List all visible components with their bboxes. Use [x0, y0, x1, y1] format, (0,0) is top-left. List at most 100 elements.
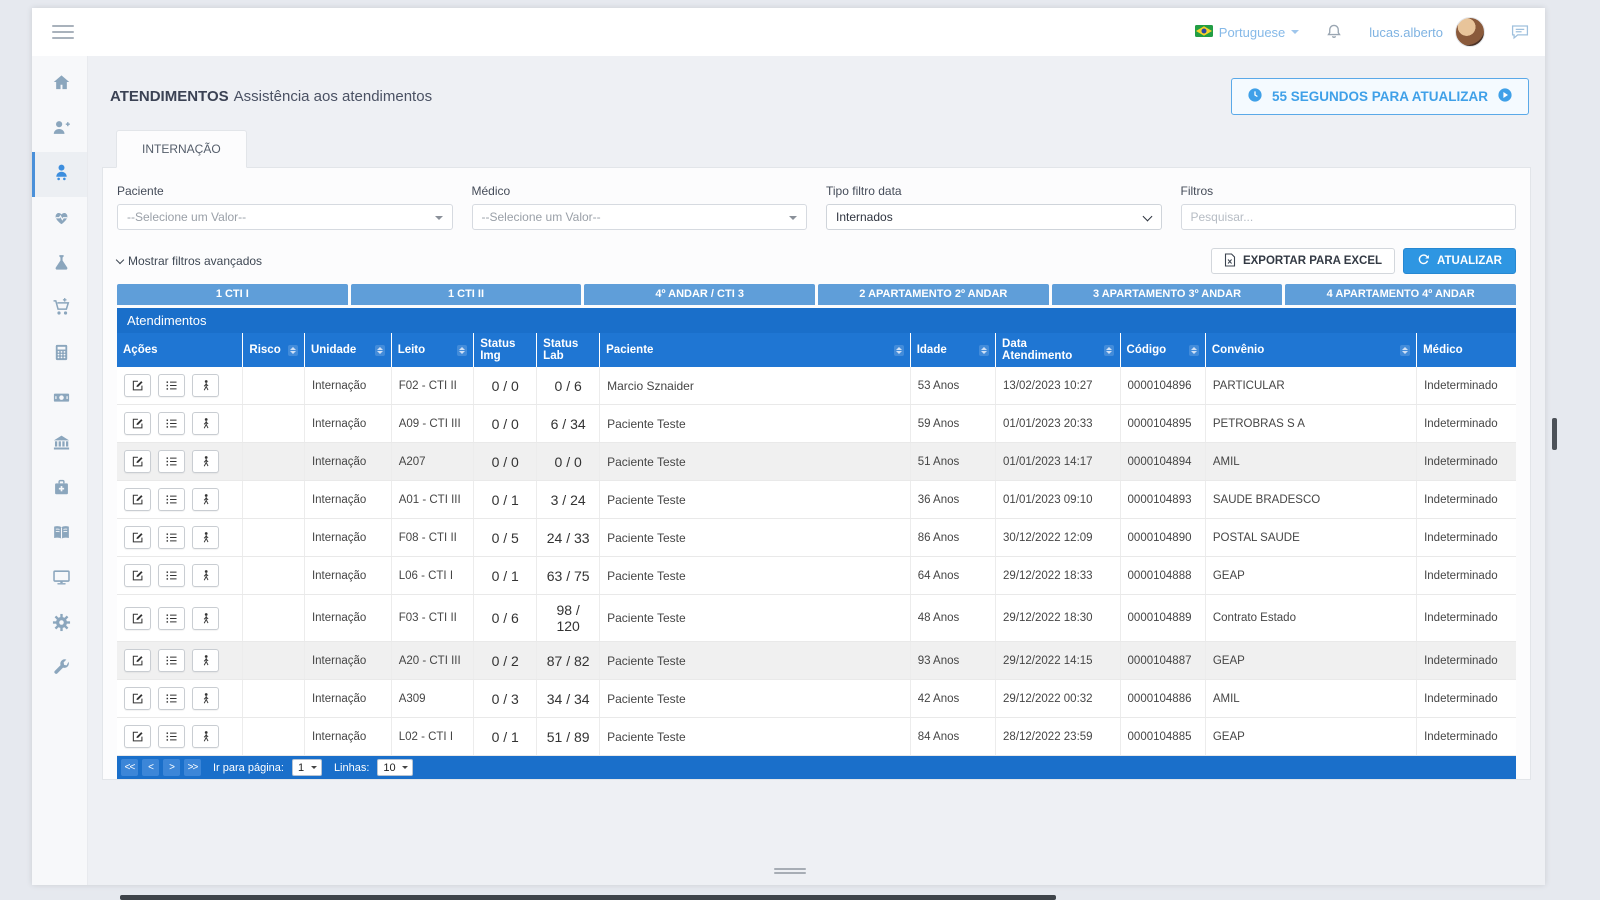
edit-button[interactable]	[124, 564, 151, 587]
search-input[interactable]	[1180, 204, 1516, 230]
vertical-scrollbar[interactable]	[1552, 418, 1557, 450]
sidebar-item-home[interactable]	[32, 62, 87, 107]
patient-person-button[interactable]	[192, 606, 220, 630]
sort-arrows-icon[interactable]	[1400, 344, 1411, 356]
page-select[interactable]: 1	[291, 759, 322, 776]
table-row: Internação L06 - CTI I 0 / 1 63 / 75 Pac…	[117, 556, 1516, 595]
sort-arrows-icon[interactable]	[374, 344, 385, 356]
details-list-button[interactable]	[158, 606, 186, 630]
paciente-select[interactable]: --Selecione um Valor--	[117, 204, 453, 230]
patient-person-button[interactable]	[192, 687, 220, 710]
column-header[interactable]: Idade	[909, 333, 996, 367]
edit-button[interactable]	[124, 649, 151, 672]
tab-internacao[interactable]: INTERNAÇÃO	[116, 130, 247, 168]
prev-page-button[interactable]: <	[142, 759, 159, 776]
details-list-button[interactable]	[158, 687, 186, 710]
column-header[interactable]: Ações	[117, 333, 243, 367]
sidebar-item-hospital[interactable]	[32, 467, 87, 512]
sort-arrows-icon[interactable]	[893, 344, 904, 356]
edit-button[interactable]	[124, 687, 151, 710]
sidebar-item-bank[interactable]	[32, 422, 87, 467]
patient-person-button[interactable]	[192, 649, 220, 672]
sidebar-item-heartbeat[interactable]	[32, 197, 87, 242]
sort-arrows-icon[interactable]	[979, 344, 990, 356]
unit-header-tab[interactable]: 2 APARTAMENTO 2º ANDAR	[818, 284, 1049, 305]
details-list-button[interactable]	[158, 374, 186, 397]
details-list-button[interactable]	[158, 488, 186, 511]
edit-button[interactable]	[124, 526, 151, 549]
notifications-bell-icon[interactable]	[1325, 23, 1343, 41]
last-page-button[interactable]: >>	[184, 759, 201, 776]
sidebar-item-billing[interactable]	[32, 332, 87, 377]
sidebar-item-cash[interactable]	[32, 377, 87, 422]
column-header[interactable]: Convênio	[1204, 333, 1417, 367]
unit-header-tab[interactable]: 4º ANDAR / CTI 3	[584, 284, 815, 305]
sort-arrows-icon[interactable]	[1188, 344, 1199, 356]
sort-arrows-icon[interactable]	[457, 344, 468, 356]
sidebar-item-monitor[interactable]	[32, 557, 87, 602]
language-selector[interactable]: Portuguese	[1194, 24, 1300, 40]
tipo-data-select[interactable]: Internados	[826, 204, 1162, 230]
unit-header-tab[interactable]: 1 CTI I	[117, 284, 348, 305]
column-header[interactable]: Leito	[390, 333, 474, 367]
sort-arrows-icon[interactable]	[1103, 344, 1114, 356]
sidebar-item-purchases[interactable]	[32, 287, 87, 332]
cell-status-lab: 24 / 33	[536, 518, 600, 557]
atualizar-button[interactable]: ATUALIZAR	[1403, 248, 1516, 274]
column-header[interactable]: Médico	[1416, 333, 1516, 367]
sort-arrows-icon[interactable]	[287, 344, 298, 356]
resize-handle[interactable]	[774, 866, 806, 876]
patient-person-button[interactable]	[192, 374, 220, 397]
column-header[interactable]: Status Lab	[536, 333, 600, 367]
patient-person-button[interactable]	[192, 450, 220, 473]
lines-select[interactable]: 10	[377, 759, 413, 776]
sidebar-item-settings[interactable]	[32, 602, 87, 647]
details-list-button[interactable]	[158, 450, 186, 473]
column-header[interactable]: Status Img	[473, 333, 537, 367]
export-excel-button[interactable]: EXPORTAR PARA EXCEL	[1210, 248, 1396, 274]
cell-convenio: POSTAL SAUDE	[1204, 518, 1417, 557]
sidebar-item-user-add[interactable]	[32, 107, 87, 152]
details-list-button[interactable]	[158, 526, 186, 549]
column-header[interactable]: Data Atendimento	[995, 333, 1121, 367]
unit-header-tab[interactable]: 3 APARTAMENTO 3º ANDAR	[1051, 284, 1283, 305]
advanced-filters-link[interactable]: Mostrar filtros avançados	[115, 254, 262, 268]
patient-person-button[interactable]	[192, 412, 220, 435]
patient-person-button[interactable]	[192, 564, 220, 587]
menu-toggle-icon[interactable]	[52, 21, 74, 43]
details-list-button[interactable]	[158, 412, 186, 435]
sidebar-item-laboratory[interactable]	[32, 242, 87, 287]
column-header[interactable]: Código	[1119, 333, 1206, 367]
unit-header-tab[interactable]: 4 APARTAMENTO 4º ANDAR	[1285, 284, 1516, 305]
sidebar-item-maintenance[interactable]	[32, 647, 87, 692]
patient-person-button[interactable]	[192, 488, 220, 511]
medico-select[interactable]: --Selecione um Valor--	[471, 204, 807, 230]
next-page-button[interactable]: >	[163, 759, 180, 776]
sidebar-item-reports[interactable]	[32, 512, 87, 557]
unit-header-tab[interactable]: 1 CTI II	[350, 284, 582, 305]
details-list-button[interactable]	[158, 649, 186, 672]
sidebar-item-attendances[interactable]	[32, 152, 87, 197]
cell-idade: 51 Anos	[909, 442, 996, 481]
patient-person-button[interactable]	[192, 526, 220, 549]
column-header[interactable]: Unidade	[303, 333, 392, 367]
column-header[interactable]: Paciente	[599, 333, 911, 367]
column-header[interactable]: Risco	[242, 333, 305, 367]
edit-button[interactable]	[124, 725, 151, 748]
user-menu[interactable]: lucas.alberto	[1369, 17, 1485, 47]
first-page-button[interactable]: <<	[121, 759, 138, 776]
settings-gear-icon	[52, 613, 71, 637]
horizontal-scrollbar[interactable]	[120, 895, 1056, 900]
patient-person-button[interactable]	[192, 725, 220, 748]
edit-button[interactable]	[124, 450, 151, 473]
details-list-button[interactable]	[158, 725, 186, 748]
details-list-button[interactable]	[158, 564, 186, 587]
edit-button[interactable]	[124, 606, 151, 630]
edit-button[interactable]	[124, 488, 151, 511]
calculator-icon	[52, 343, 71, 367]
filters-row: Paciente --Selecione um Valor-- Médico -…	[117, 184, 1516, 230]
edit-button[interactable]	[124, 374, 151, 397]
chat-bubble-icon[interactable]	[1511, 24, 1529, 40]
refresh-countdown-button[interactable]: 55 SEGUNDOS PARA ATUALIZAR	[1230, 78, 1529, 115]
edit-button[interactable]	[124, 412, 151, 435]
